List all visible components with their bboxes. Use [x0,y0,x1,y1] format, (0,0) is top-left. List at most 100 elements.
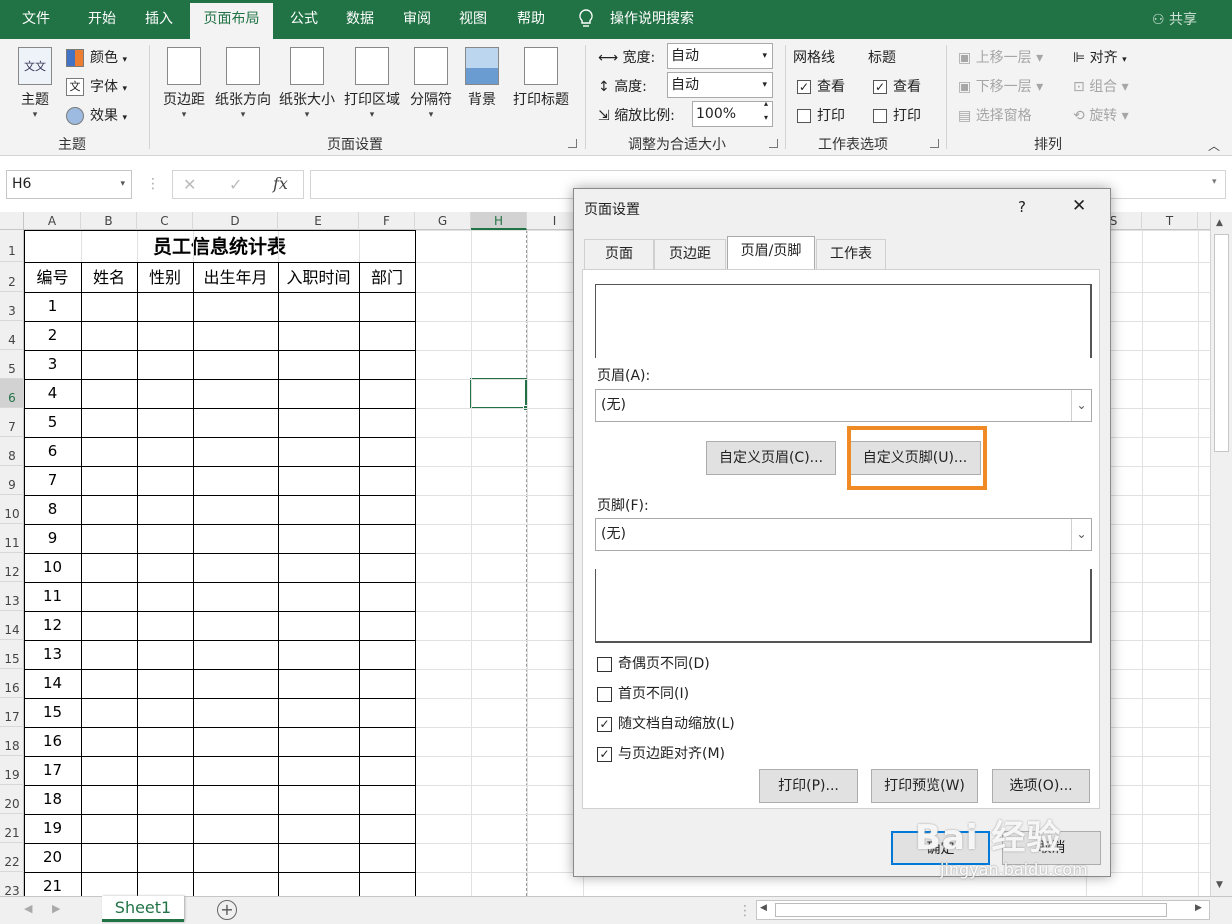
scroll-down-icon[interactable]: ▼ [1216,880,1223,890]
footer-select[interactable]: (无) ⌄ [595,518,1092,551]
row-header[interactable]: 11 [0,524,24,553]
orientation-button[interactable]: 纸张方向 ▾ [212,43,274,120]
tab-review[interactable]: 审阅 [394,0,440,39]
custom-header-button[interactable]: 自定义页眉(C)... [706,441,836,475]
column-header[interactable]: D [193,212,278,230]
header-select[interactable]: (无) ⌄ [595,389,1092,422]
column-header[interactable]: G [415,212,471,230]
tab-margins[interactable]: 页边距 [654,239,726,269]
tab-header-footer[interactable]: 页眉/页脚 [727,236,815,270]
tab-data[interactable]: 数据 [336,0,384,39]
send-backward-button[interactable]: ▣ 下移一层 ▾ [958,76,1043,96]
row-header[interactable]: 2 [0,262,24,292]
tab-page-layout[interactable]: 页面布局 [190,3,273,39]
select-all-corner[interactable] [0,212,24,230]
scale-spinner[interactable]: 100% ▴ ▾ [692,99,773,127]
themes-button[interactable]: 文文 主题 ▾ [10,43,60,120]
row-header[interactable]: 7 [0,408,24,437]
scroll-thumb[interactable] [1214,234,1229,452]
breaks-button[interactable]: 分隔符 ▾ [406,43,456,120]
row-header[interactable]: 19 [0,756,24,785]
tab-sheet[interactable]: 工作表 [816,239,886,269]
gridlines-view-checkbox[interactable]: ✓ 查看 [797,76,845,96]
print-area-button[interactable]: 打印区域 ▾ [340,43,404,120]
horizontal-scrollbar[interactable]: ◀ ▶ [756,900,1210,920]
gridlines-print-checkbox[interactable]: 打印 [797,105,845,125]
scroll-thumb[interactable] [775,903,1167,917]
tab-home[interactable]: 开始 [72,0,132,39]
tab-insert[interactable]: 插入 [134,0,184,39]
rotate-button[interactable]: ⟲ 旋转 ▾ [1073,105,1129,125]
height-select[interactable]: 自动 ▾ [667,72,773,98]
column-header[interactable]: T [1142,212,1198,230]
headings-view-checkbox[interactable]: ✓ 查看 [873,76,921,96]
add-sheet-icon[interactable]: + [217,900,237,920]
share-button[interactable]: ⚇ 共享 [1152,0,1197,40]
row-header[interactable]: 12 [0,553,24,582]
collapse-ribbon-icon[interactable]: ︿ [1208,137,1220,154]
effects-button[interactable]: 效果 ▾ [66,105,127,125]
row-header[interactable]: 10 [0,495,24,524]
close-icon[interactable]: ✕ [1072,196,1086,216]
dialog-launcher-icon[interactable] [568,139,577,148]
align-margins-checkbox[interactable]: ✓ 与页边距对齐(M) [597,743,725,763]
row-header[interactable]: 5 [0,350,24,379]
tell-me-search[interactable]: 操作说明搜索 [610,0,694,38]
active-cell-h6[interactable] [470,378,529,411]
tab-page[interactable]: 页面 [584,239,654,269]
row-header[interactable]: 16 [0,669,24,698]
size-button[interactable]: 纸张大小 ▾ [276,43,338,120]
bring-forward-button[interactable]: ▣ 上移一层 ▾ [958,47,1043,67]
row-header[interactable]: 1 [0,230,24,262]
row-header[interactable]: 9 [0,466,24,495]
cancel-icon[interactable]: ✕ [183,175,196,194]
scroll-up-icon[interactable]: ▲ [1216,218,1223,228]
row-header[interactable]: 17 [0,698,24,727]
row-header[interactable]: 6 [0,379,24,408]
expand-formula-icon[interactable]: ▾ [1212,177,1217,187]
name-box[interactable]: H6 ▾ [6,170,132,199]
align-button[interactable]: ⊫ 对齐 ▾ [1073,47,1127,67]
enter-icon[interactable]: ✓ [229,175,242,194]
tab-help[interactable]: 帮助 [508,0,554,39]
scroll-left-icon[interactable]: ◀ [760,903,767,913]
column-header[interactable]: C [137,212,193,230]
headings-print-checkbox[interactable]: 打印 [873,105,921,125]
column-header[interactable]: F [359,212,415,230]
vertical-scrollbar[interactable]: ▲ ▼ [1210,212,1232,896]
background-button[interactable]: 背景 [460,43,504,109]
odd-even-checkbox[interactable]: 奇偶页不同(D) [597,653,710,673]
margins-button[interactable]: 页边距 ▾ [158,43,210,120]
scale-with-doc-checkbox[interactable]: ✓ 随文档自动缩放(L) [597,713,735,733]
options-button[interactable]: 选项(O)... [992,769,1090,803]
tab-view[interactable]: 视图 [450,0,496,39]
tab-formulas[interactable]: 公式 [280,0,328,39]
dialog-launcher-icon[interactable] [930,139,939,148]
column-header[interactable]: A [24,212,81,230]
print-button[interactable]: 打印(P)... [759,769,858,803]
column-header[interactable]: B [81,212,137,230]
help-button[interactable]: ? [1018,198,1026,216]
row-header[interactable]: 21 [0,814,24,843]
fonts-button[interactable]: 文字体 ▾ [66,76,127,96]
row-header[interactable]: 4 [0,321,24,350]
row-header[interactable]: 22 [0,843,24,872]
print-titles-button[interactable]: 打印标题 [508,43,574,109]
sheet-tab-sheet1[interactable]: Sheet1 [102,896,184,922]
first-page-checkbox[interactable]: 首页不同(I) [597,683,689,703]
width-select[interactable]: 自动 ▾ [667,43,773,69]
prev-sheet-icon[interactable]: ◀ [24,902,32,915]
selection-pane-button[interactable]: ▤ 选择窗格 [958,105,1032,125]
column-header[interactable]: E [278,212,359,230]
row-header[interactable]: 3 [0,292,24,321]
row-header[interactable]: 18 [0,727,24,756]
row-header[interactable]: 13 [0,582,24,611]
scroll-right-icon[interactable]: ▶ [1195,903,1202,913]
row-header[interactable]: 8 [0,437,24,466]
column-header-selected[interactable]: H [471,212,527,230]
dialog-launcher-icon[interactable] [769,139,778,148]
group-button[interactable]: ⊡ 组合 ▾ [1073,76,1129,96]
row-header[interactable]: 14 [0,611,24,640]
row-header[interactable]: 20 [0,785,24,814]
colors-button[interactable]: 颜色 ▾ [66,47,127,67]
